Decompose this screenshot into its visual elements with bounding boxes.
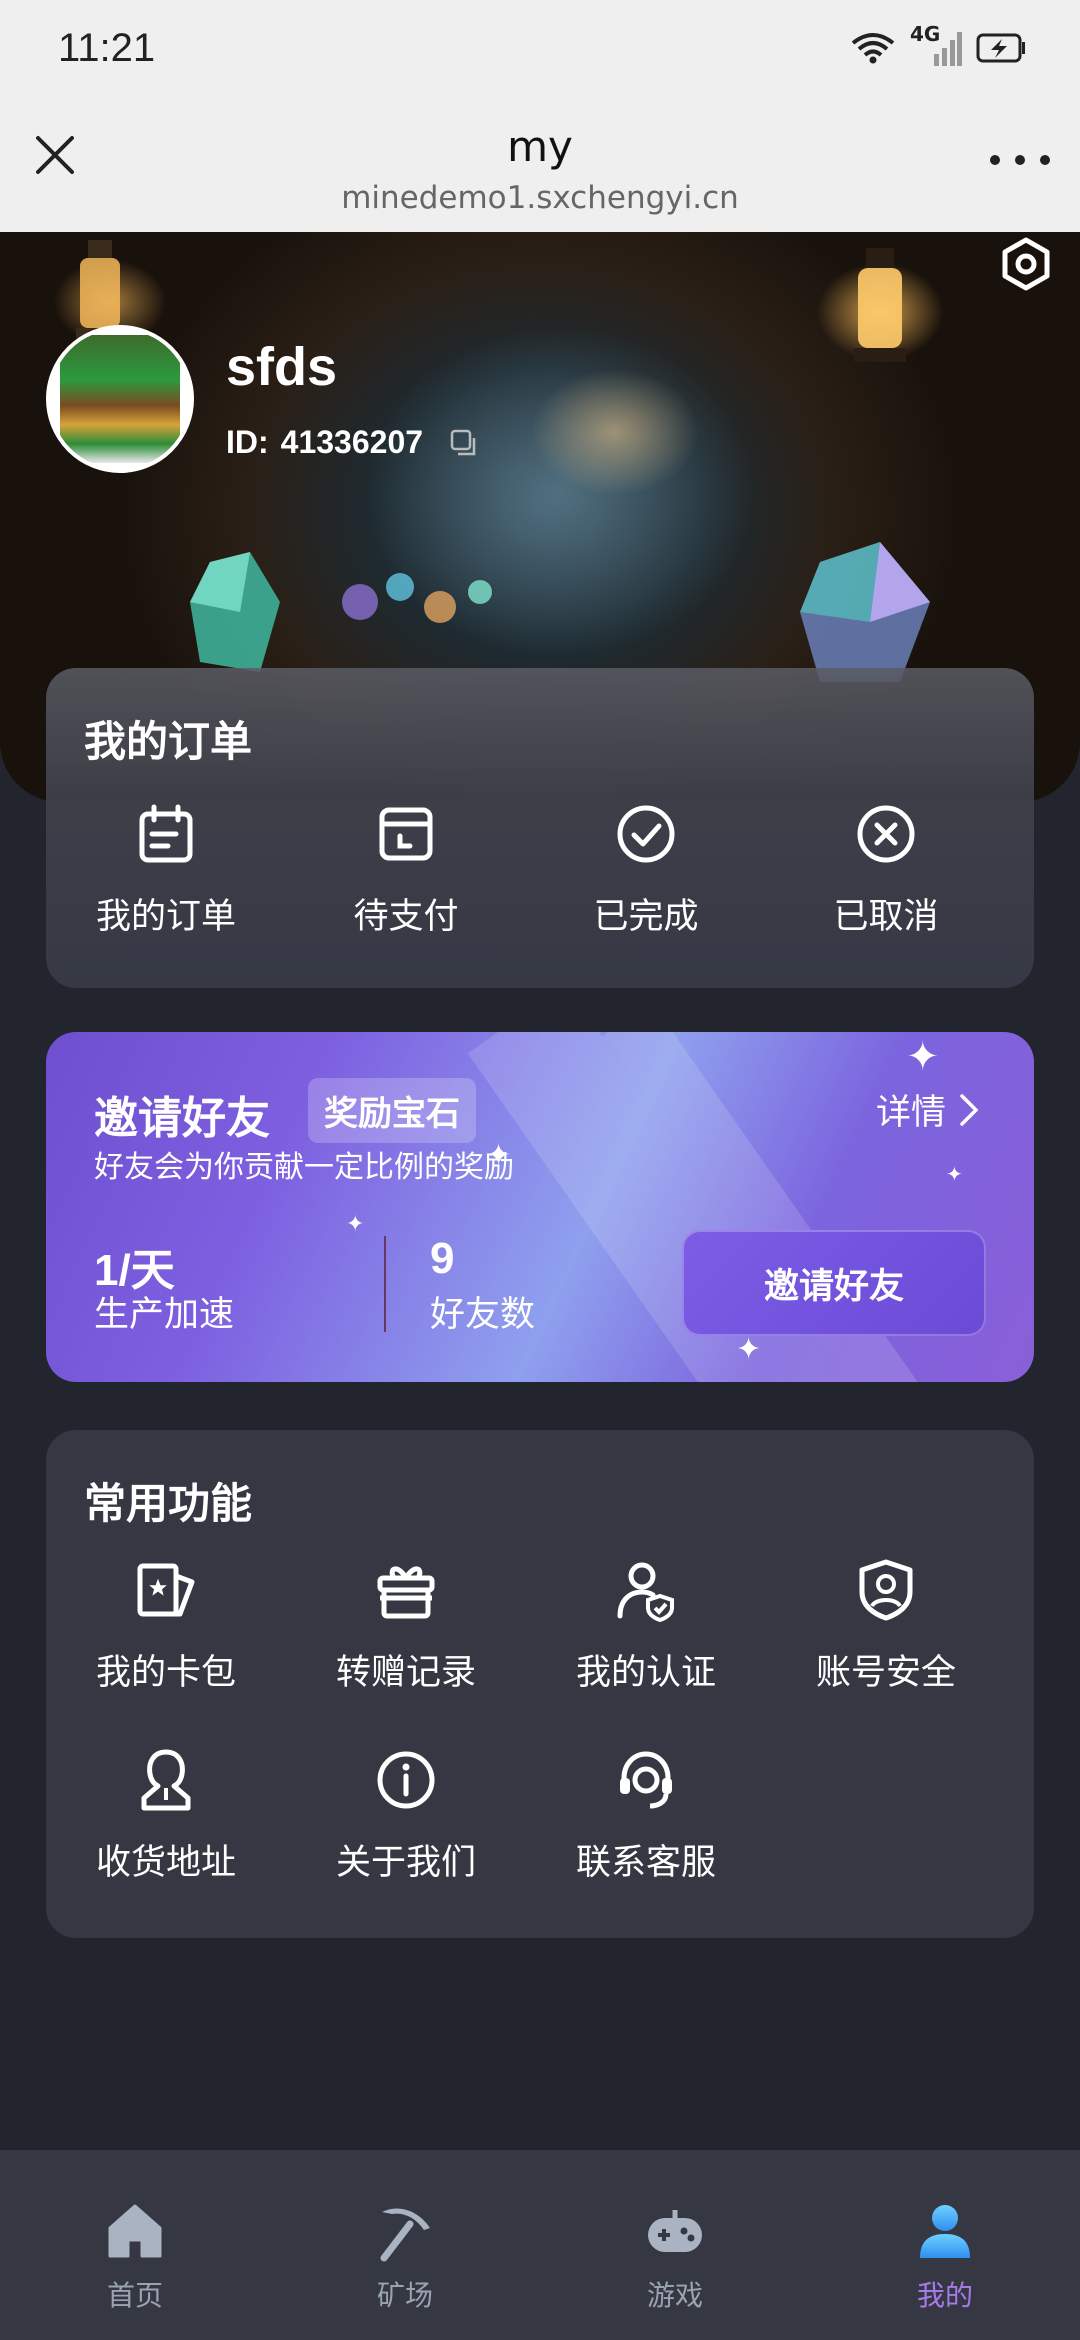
gift-icon xyxy=(377,1566,435,1619)
orders-card: 我的订单 我的订单 待支付 已完成 已取消 xyxy=(46,668,1034,988)
user-id: ID: 41336207 xyxy=(226,424,479,461)
feature-label: 我的认证 xyxy=(575,1653,716,1693)
invite-description: 好友会为你贡献一定比例的奖励 xyxy=(94,1150,514,1185)
home-icon xyxy=(108,2204,162,2258)
feature-label: 转赠记录 xyxy=(335,1653,476,1693)
feature-verification[interactable]: 我的认证 xyxy=(526,1558,766,1695)
pickaxe-icon xyxy=(380,2208,430,2262)
feature-card-wallet[interactable]: 我的卡包 xyxy=(46,1558,286,1695)
invite-detail-link[interactable]: 详情 xyxy=(876,1084,980,1135)
nav-home[interactable]: 首页 xyxy=(0,2150,270,2340)
copy-icon[interactable] xyxy=(449,428,479,458)
feature-shipping-address[interactable]: 收货地址 xyxy=(46,1748,286,1885)
feature-label: 联系客服 xyxy=(575,1843,716,1883)
stat-divider xyxy=(384,1236,386,1332)
crystal-decoration xyxy=(190,552,280,672)
wifi-icon xyxy=(851,33,895,64)
nav-label: 首页 xyxy=(106,2279,163,2312)
orders-title: 我的订单 xyxy=(84,717,253,766)
info-icon xyxy=(377,1751,435,1809)
x-circle-icon xyxy=(857,805,915,863)
check-circle-icon xyxy=(617,805,675,863)
status-icons: 4G xyxy=(850,22,1026,68)
user-icon xyxy=(920,2205,970,2258)
nav-label: 我的 xyxy=(916,2279,973,2312)
feature-label: 账号安全 xyxy=(815,1653,956,1693)
lantern-decoration xyxy=(854,248,906,362)
status-bar: 11:21 4G xyxy=(0,0,1080,100)
chevron-right-icon xyxy=(960,1093,979,1126)
status-time: 11:21 xyxy=(58,26,156,70)
nav-profile[interactable]: 我的 xyxy=(810,2150,1080,2340)
feature-about-us[interactable]: 关于我们 xyxy=(286,1748,526,1885)
browser-title-bar: my minedemo1.sxchengyi.cn xyxy=(0,100,1080,232)
features-card: 常用功能 我的卡包 转赠记录 我的认证 账号安全 收货地址 关于我们 联系客服 xyxy=(46,1430,1034,1938)
order-item-pending-payment[interactable]: 待支付 xyxy=(286,802,526,939)
page-title: my xyxy=(507,122,573,171)
feature-label: 收货地址 xyxy=(95,1843,236,1883)
cellular-signal-icon: 4G xyxy=(910,22,962,68)
card-icon xyxy=(137,1563,195,1617)
more-options-icon[interactable] xyxy=(990,150,1050,170)
calendar-icon xyxy=(139,804,193,863)
feature-account-security[interactable]: 账号安全 xyxy=(766,1558,1006,1695)
invite-friends-banner: ✦ ✦ ✦ ✦ ✦ 邀请好友 奖励宝石 详情 好友会为你贡献一定比例的奖励 1/… xyxy=(46,1032,1034,1382)
feature-label: 关于我们 xyxy=(335,1843,476,1883)
shield-user-icon xyxy=(859,1559,913,1621)
feature-transfer-records[interactable]: 转赠记录 xyxy=(286,1558,526,1695)
invite-friends-button[interactable]: 邀请好友 xyxy=(682,1230,986,1336)
person-location-icon xyxy=(141,1749,191,1811)
friends-count-value: 9 xyxy=(430,1234,455,1283)
features-title: 常用功能 xyxy=(84,1479,253,1528)
order-item-label: 已完成 xyxy=(593,897,699,937)
reward-badge: 奖励宝石 xyxy=(308,1078,476,1143)
username: sfds xyxy=(226,337,338,397)
wallet-icon xyxy=(379,807,433,861)
settings-gear-icon[interactable] xyxy=(998,236,1054,292)
feature-customer-service[interactable]: 联系客服 xyxy=(526,1748,766,1885)
user-verify-icon xyxy=(617,1562,674,1622)
order-item-label: 待支付 xyxy=(353,897,459,937)
avatar[interactable] xyxy=(46,325,194,473)
nav-label: 游戏 xyxy=(646,2279,703,2312)
nav-game[interactable]: 游戏 xyxy=(540,2150,810,2340)
feature-label: 我的卡包 xyxy=(95,1653,236,1693)
gems-decoration xyxy=(342,573,492,623)
user-id-label: ID: xyxy=(226,424,269,460)
speed-label: 生产加速 xyxy=(94,1295,235,1335)
order-item-label: 我的订单 xyxy=(95,897,236,937)
gamepad-icon xyxy=(648,2210,702,2252)
headset-icon xyxy=(620,1751,672,1809)
battery-charging-icon xyxy=(976,33,1025,63)
invite-detail-label: 详情 xyxy=(875,1093,946,1133)
user-id-value: 41336207 xyxy=(280,424,424,460)
order-item-label: 已取消 xyxy=(833,897,939,937)
nav-mine[interactable]: 矿场 xyxy=(270,2150,540,2340)
nav-label: 矿场 xyxy=(376,2279,433,2312)
invite-title: 邀请好友 xyxy=(94,1093,270,1144)
page-url: minedemo1.sxchengyi.cn xyxy=(341,180,739,216)
friends-count-label: 好友数 xyxy=(430,1295,536,1335)
order-item-completed[interactable]: 已完成 xyxy=(526,802,766,939)
order-item-all[interactable]: 我的订单 xyxy=(46,802,286,939)
bottom-navigation: 首页 矿场 游戏 我的 xyxy=(0,2150,1080,2340)
order-item-cancelled[interactable]: 已取消 xyxy=(766,802,1006,939)
